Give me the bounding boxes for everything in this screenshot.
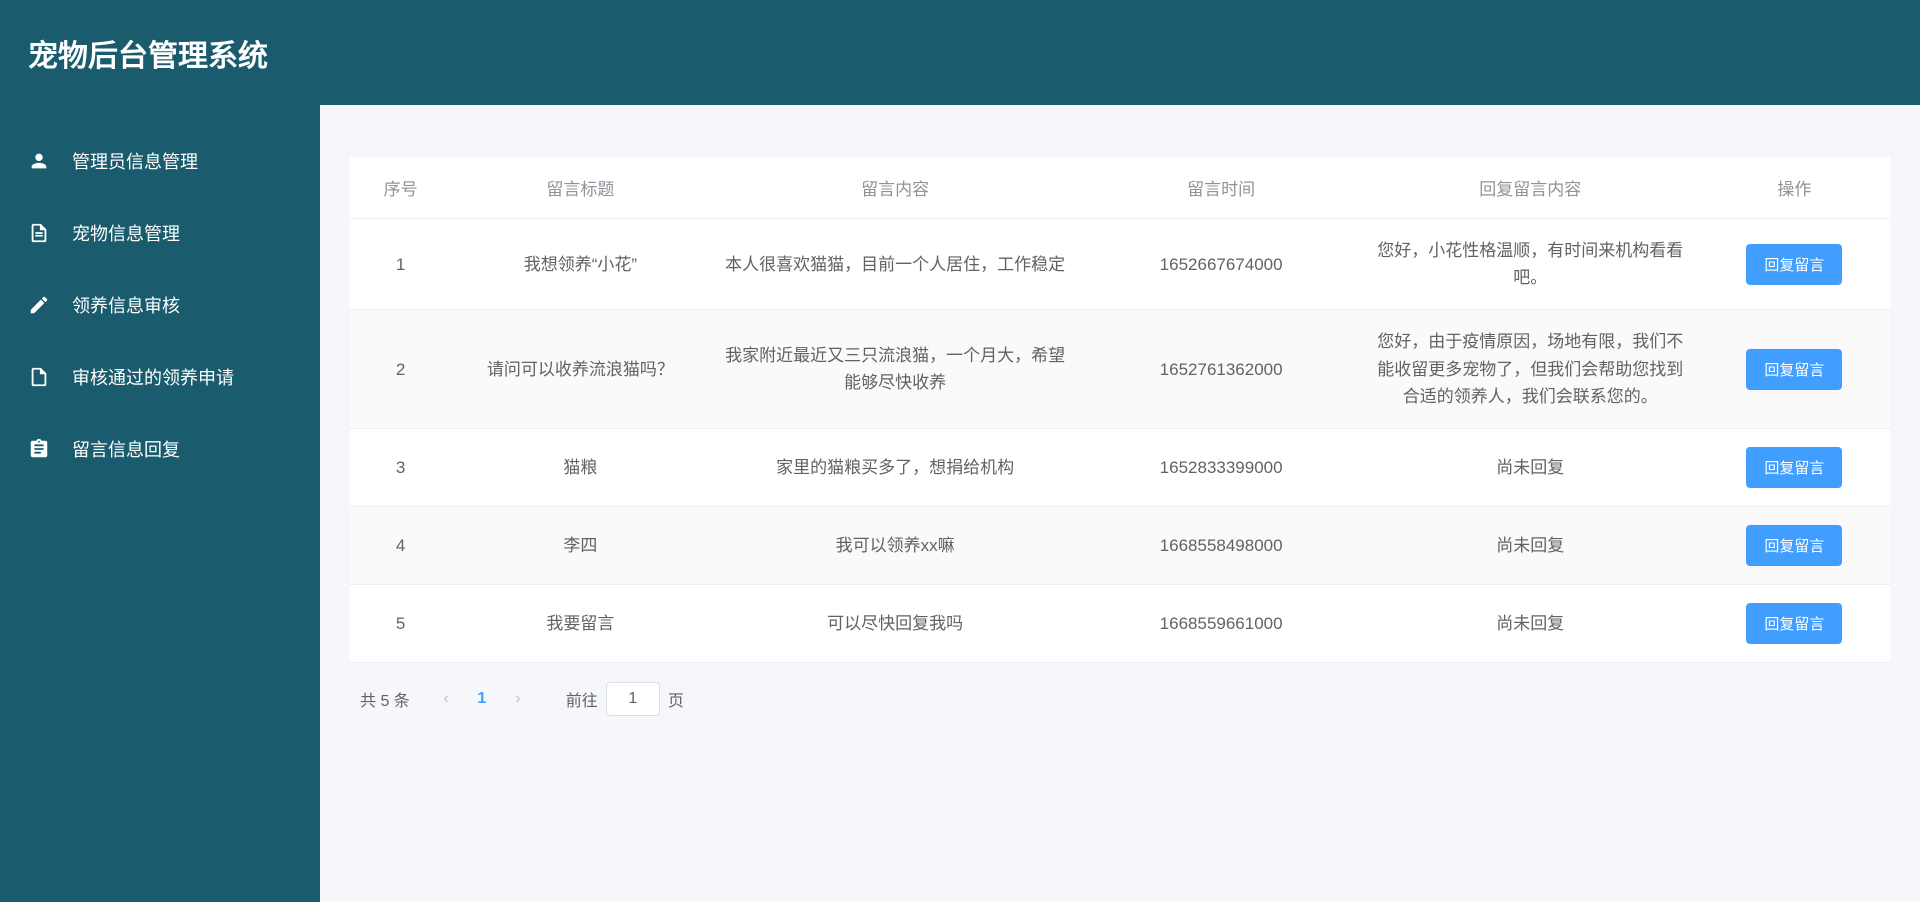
cell-time: 1652667674000 — [1081, 219, 1362, 310]
pagination-page-number[interactable]: 1 — [464, 681, 500, 717]
cell-seq: 2 — [350, 310, 451, 429]
cell-action: 回复留言 — [1699, 506, 1890, 584]
jump-suffix: 页 — [668, 687, 684, 711]
reply-button[interactable]: 回复留言 — [1746, 447, 1842, 488]
sidebar-item-label: 管理员信息管理 — [72, 148, 198, 174]
table-row: 2 请问可以收养流浪猫吗？ 我家附近最近又三只流浪猫，一个月大，希望能够尽快收养… — [350, 310, 1890, 429]
cell-reply: 您好，小花性格温顺，有时间来机构看看吧。 — [1362, 219, 1699, 310]
cell-seq: 1 — [350, 219, 451, 310]
cell-content: 我家附近最近又三只流浪猫，一个月大，希望能够尽快收养 — [710, 310, 1081, 429]
chevron-right-icon — [511, 692, 525, 706]
edit-icon — [28, 294, 50, 316]
pagination-prev-button[interactable] — [428, 681, 464, 717]
cell-content: 家里的猫粮买多了，想捐给机构 — [710, 428, 1081, 506]
clipboard-icon — [28, 438, 50, 460]
sidebar-item-pet-info[interactable]: 宠物信息管理 — [0, 197, 320, 269]
header-content: 留言内容 — [710, 157, 1081, 219]
cell-time: 1668559661000 — [1081, 584, 1362, 662]
jump-prefix: 前往 — [566, 687, 598, 711]
content-area: 序号 留言标题 留言内容 留言时间 回复留言内容 操作 1 我想领养“小花” 本… — [320, 105, 1920, 902]
header-seq: 序号 — [350, 157, 451, 219]
cell-title: 我想领养“小花” — [451, 219, 710, 310]
cell-title: 猫粮 — [451, 428, 710, 506]
table-row: 3 猫粮 家里的猫粮买多了，想捐给机构 1652833399000 尚未回复 回… — [350, 428, 1890, 506]
sidebar-item-adoption-review[interactable]: 领养信息审核 — [0, 269, 320, 341]
cell-action: 回复留言 — [1699, 310, 1890, 429]
message-table: 序号 留言标题 留言内容 留言时间 回复留言内容 操作 1 我想领养“小花” 本… — [350, 157, 1890, 663]
reply-button[interactable]: 回复留言 — [1746, 349, 1842, 390]
header-reply: 回复留言内容 — [1362, 157, 1699, 219]
cell-content: 我可以领养xx嘛 — [710, 506, 1081, 584]
cell-action: 回复留言 — [1699, 219, 1890, 310]
cell-seq: 3 — [350, 428, 451, 506]
chevron-left-icon — [439, 692, 453, 706]
sidebar-item-admin[interactable]: 管理员信息管理 — [0, 125, 320, 197]
table-row: 5 我要留言 可以尽快回复我吗 1668559661000 尚未回复 回复留言 — [350, 584, 1890, 662]
header-action: 操作 — [1699, 157, 1890, 219]
reply-button[interactable]: 回复留言 — [1746, 603, 1842, 644]
sidebar-item-label: 留言信息回复 — [72, 436, 180, 462]
sidebar-item-label: 宠物信息管理 — [72, 220, 180, 246]
main-container: 管理员信息管理 宠物信息管理 领养信息审核 审核通过的领养申请 留言信息回复 — [0, 105, 1920, 902]
cell-title: 请问可以收养流浪猫吗？ — [451, 310, 710, 429]
sidebar-item-message-reply[interactable]: 留言信息回复 — [0, 413, 320, 485]
file-icon — [28, 366, 50, 388]
user-icon — [28, 150, 50, 172]
cell-time: 1652833399000 — [1081, 428, 1362, 506]
cell-content: 本人很喜欢猫猫，目前一个人居住，工作稳定 — [710, 219, 1081, 310]
cell-time: 1668558498000 — [1081, 506, 1362, 584]
sidebar-item-label: 领养信息审核 — [72, 292, 180, 318]
reply-button[interactable]: 回复留言 — [1746, 525, 1842, 566]
pagination-jump: 前往 页 — [566, 682, 684, 716]
reply-button[interactable]: 回复留言 — [1746, 244, 1842, 285]
pagination-next-button[interactable] — [500, 681, 536, 717]
cell-action: 回复留言 — [1699, 428, 1890, 506]
table-row: 4 李四 我可以领养xx嘛 1668558498000 尚未回复 回复留言 — [350, 506, 1890, 584]
app-header: 宠物后台管理系统 — [0, 0, 1920, 105]
cell-action: 回复留言 — [1699, 584, 1890, 662]
app-title: 宠物后台管理系统 — [28, 31, 268, 75]
cell-seq: 4 — [350, 506, 451, 584]
sidebar-item-approved[interactable]: 审核通过的领养申请 — [0, 341, 320, 413]
cell-reply: 尚未回复 — [1362, 506, 1699, 584]
table-header-row: 序号 留言标题 留言内容 留言时间 回复留言内容 操作 — [350, 157, 1890, 219]
cell-reply: 尚未回复 — [1362, 584, 1699, 662]
sidebar-item-label: 审核通过的领养申请 — [72, 364, 234, 390]
document-icon — [28, 222, 50, 244]
sidebar: 管理员信息管理 宠物信息管理 领养信息审核 审核通过的领养申请 留言信息回复 — [0, 105, 320, 902]
header-title: 留言标题 — [451, 157, 710, 219]
pagination-total: 共 5 条 — [360, 687, 410, 711]
pagination-jump-input[interactable] — [606, 682, 660, 716]
cell-time: 1652761362000 — [1081, 310, 1362, 429]
cell-title: 我要留言 — [451, 584, 710, 662]
cell-reply: 尚未回复 — [1362, 428, 1699, 506]
cell-title: 李四 — [451, 506, 710, 584]
cell-content: 可以尽快回复我吗 — [710, 584, 1081, 662]
table-row: 1 我想领养“小花” 本人很喜欢猫猫，目前一个人居住，工作稳定 16526676… — [350, 219, 1890, 310]
cell-reply: 您好，由于疫情原因，场地有限，我们不能收留更多宠物了，但我们会帮助您找到合适的领… — [1362, 310, 1699, 429]
cell-seq: 5 — [350, 584, 451, 662]
header-time: 留言时间 — [1081, 157, 1362, 219]
pagination: 共 5 条 1 前往 页 — [350, 663, 1890, 735]
